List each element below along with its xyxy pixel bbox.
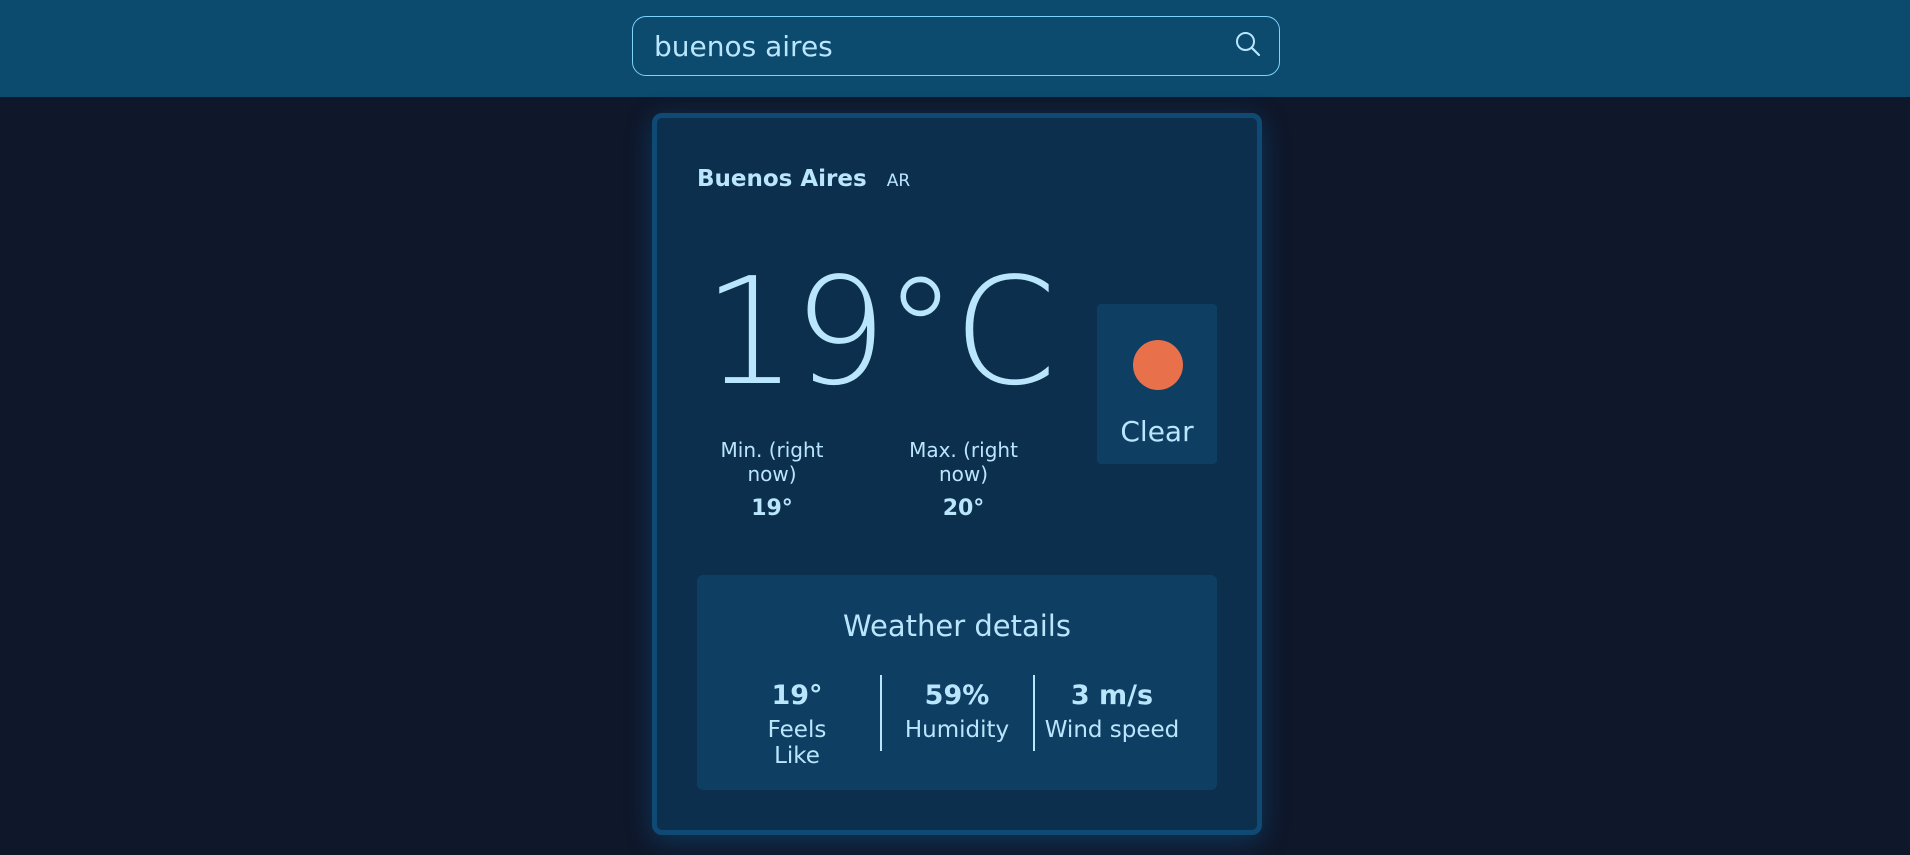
divider <box>1033 675 1035 751</box>
wind-speed-stat: 3 m/s Wind speed <box>1037 680 1187 756</box>
condition-label: Clear <box>1120 415 1194 448</box>
location-header: Buenos Aires AR <box>697 166 910 192</box>
feels-like-label: Feels Like <box>767 717 827 769</box>
max-label: Max. (right now) <box>909 438 1018 486</box>
wind-speed-value: 3 m/s <box>1070 680 1154 711</box>
details-title: Weather details <box>843 609 1071 643</box>
weather-card: Buenos Aires AR 19°C Min. (right now) 19… <box>652 113 1262 835</box>
min-temperature: Min. (right now) 19° <box>697 438 847 521</box>
search-box <box>632 16 1280 76</box>
min-label: Min. (right now) <box>720 438 824 486</box>
search-input[interactable] <box>633 17 1217 75</box>
feels-like-value: 19° <box>771 680 823 711</box>
min-value: 19° <box>751 496 793 521</box>
search-button[interactable] <box>1217 17 1279 75</box>
city-name: Buenos Aires <box>697 166 867 192</box>
divider <box>880 675 882 751</box>
country-code: AR <box>886 171 911 191</box>
humidity-value: 59% <box>924 680 990 711</box>
sun-icon <box>1133 340 1183 390</box>
feels-like-stat: 19° Feels Like <box>742 680 852 769</box>
top-bar <box>0 0 1910 97</box>
max-temperature: Max. (right now) 20° <box>886 438 1041 521</box>
weather-details-panel: Weather details 19° Feels Like 59% Humid… <box>697 575 1217 790</box>
humidity-stat: 59% Humidity <box>897 680 1017 756</box>
condition-box: Clear <box>1097 304 1217 464</box>
wind-speed-label: Wind speed <box>1044 717 1180 743</box>
max-value: 20° <box>942 496 985 521</box>
humidity-label: Humidity <box>904 717 1010 743</box>
current-temperature: 19°C <box>703 246 1057 418</box>
search-icon <box>1234 30 1262 62</box>
